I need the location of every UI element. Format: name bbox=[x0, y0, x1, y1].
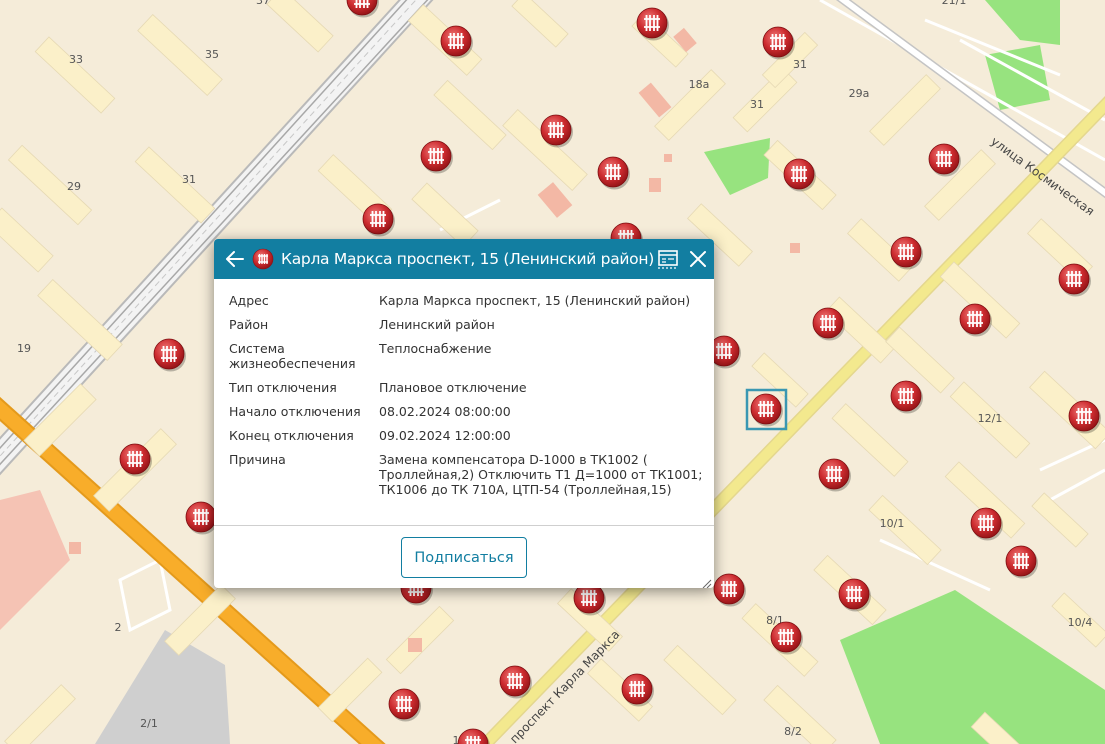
house-number: 33 bbox=[69, 53, 83, 66]
close-icon[interactable] bbox=[686, 247, 710, 271]
field-label: Система жизнеобеспечения bbox=[229, 341, 356, 371]
house-number: 8/2 bbox=[784, 725, 802, 738]
field-label: Тип отключения bbox=[229, 380, 337, 395]
popup-footer: Подписаться bbox=[214, 526, 714, 588]
arrow-left-icon[interactable] bbox=[224, 248, 246, 270]
house-number: 2 bbox=[115, 621, 122, 634]
house-number: 12/1 bbox=[978, 412, 1003, 425]
structure bbox=[664, 154, 672, 162]
popup-details: Адрес Карла Маркса проспект, 15 (Ленински… bbox=[214, 279, 714, 526]
field-label: Причина bbox=[229, 452, 286, 467]
house-number: 29а bbox=[849, 87, 870, 100]
resize-handle-icon[interactable] bbox=[700, 574, 712, 588]
heating-outage-icon bbox=[252, 248, 274, 270]
field-start: Начало отключения 08.02.2024 08:00:00 bbox=[229, 404, 704, 419]
house-number: 35 bbox=[205, 48, 219, 61]
house-number: 18а bbox=[689, 78, 710, 91]
field-label: Адрес bbox=[229, 293, 269, 308]
field-value: Карла Маркса проспект, 15 (Ленинский рай… bbox=[379, 293, 691, 308]
field-value: Замена компенсатора D-1000 в ТК1002 ( Тр… bbox=[379, 452, 703, 497]
field-value: Теплоснабжение bbox=[379, 341, 492, 356]
outage-popup: Карла Маркса проспект, 15 (Ленинский рай… bbox=[214, 239, 714, 588]
field-label: Начало отключения bbox=[229, 404, 361, 419]
field-end: Конец отключения 09.02.2024 12:00:00 bbox=[229, 428, 704, 443]
house-number: 31 bbox=[182, 173, 196, 186]
field-label: Конец отключения bbox=[229, 428, 354, 443]
subscribe-button[interactable]: Подписаться bbox=[401, 537, 527, 578]
field-address: Адрес Карла Маркса проспект, 15 (Ленински… bbox=[229, 293, 704, 308]
popup-title: Карла Маркса проспект, 15 (Ленинский рай… bbox=[281, 250, 654, 268]
field-value: Ленинский район bbox=[379, 317, 495, 332]
field-outage-type: Тип отключения Плановое отключение bbox=[229, 380, 704, 395]
house-number: 21/1 bbox=[942, 0, 967, 7]
house-number: 2/1 bbox=[140, 717, 158, 730]
house-number: 19 bbox=[17, 342, 31, 355]
house-number: 10/4 bbox=[1068, 616, 1093, 629]
field-system: Система жизнеобеспечения Теплоснабжение bbox=[229, 341, 704, 371]
field-value: 09.02.2024 12:00:00 bbox=[379, 428, 511, 443]
field-value: 08.02.2024 08:00:00 bbox=[379, 404, 511, 419]
structure bbox=[649, 178, 661, 192]
structure bbox=[790, 243, 800, 253]
house-number: 37 bbox=[256, 0, 270, 7]
structure bbox=[69, 542, 81, 554]
field-value: Плановое отключение bbox=[379, 380, 527, 395]
popup-header: Карла Маркса проспект, 15 (Ленинский рай… bbox=[214, 239, 714, 279]
field-district: Район Ленинский район bbox=[229, 317, 704, 332]
house-number: 31 bbox=[750, 98, 764, 111]
map-view-icon[interactable] bbox=[656, 247, 680, 271]
field-label: Район bbox=[229, 317, 269, 332]
house-number: 29 bbox=[67, 180, 81, 193]
structure bbox=[408, 638, 422, 652]
house-number: 10/1 bbox=[880, 517, 905, 530]
house-number: 31 bbox=[793, 58, 807, 71]
field-reason: Причина Замена компенсатора D-1000 в ТК10… bbox=[229, 452, 704, 497]
